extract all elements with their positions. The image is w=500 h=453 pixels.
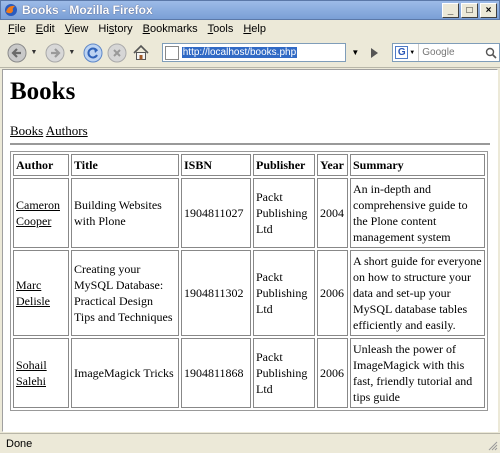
go-arrow-icon [371,47,379,58]
menu-edit-accel: E [35,23,44,35]
books-table: Author Title ISBN Publisher Year Summary… [10,151,488,411]
column-header-author: Author [13,154,69,176]
publisher-cell: Packt Publishing Ltd [253,178,315,248]
nav-link-authors[interactable]: Authors [46,123,88,138]
go-button[interactable] [366,43,382,62]
isbn-cell: 1904811027 [181,178,251,248]
navigation-toolbar: ▼ ▼ http://localhost/books.php ▼ G ▼ Goo… [0,38,500,68]
chevron-down-icon: ▼ [351,48,360,57]
page-content: Books Books Authors Author Title ISBN Pu… [2,69,498,432]
reload-button[interactable] [82,42,104,64]
menu-view-accel: V [64,23,72,35]
column-header-publisher: Publisher [253,154,315,176]
isbn-cell: 1904811302 [181,250,251,336]
forward-history-dropdown[interactable]: ▼ [68,42,76,64]
menu-view-label: iew [71,23,89,35]
menu-bookmarks-label: ookmarks [149,23,198,35]
menu-file[interactable]: File [8,23,26,35]
url-input[interactable]: http://localhost/books.php [181,47,298,58]
year-cell: 2006 [317,338,348,408]
forward-arrow-icon [45,43,65,62]
chevron-down-icon: ▼ [68,49,76,56]
url-bar[interactable]: http://localhost/books.php [161,43,347,62]
author-cell: Cameron Cooper [13,178,69,248]
publisher-cell: Packt Publishing Ltd [253,250,315,336]
column-header-title: Title [71,154,179,176]
back-arrow-icon [7,43,27,62]
menu-history-label: tory [114,23,133,35]
back-history-dropdown[interactable]: ▼ [30,42,38,64]
menu-bookmarks-accel: B [142,23,150,35]
reload-icon [83,43,103,62]
table-header-row: Author Title ISBN Publisher Year Summary [13,154,485,176]
menu-bookmarks[interactable]: Bookmarks [143,23,198,35]
forward-button[interactable] [44,42,66,64]
menu-history-pre: Hi [98,23,109,35]
menu-view[interactable]: View [65,23,89,35]
column-header-summary: Summary [350,154,485,176]
column-header-year: Year [317,154,348,176]
menu-bar: File Edit View History Bookmarks Tools H… [0,20,500,38]
isbn-cell: 1904811868 [181,338,251,408]
author-cell: Sohail Salehi [13,338,69,408]
stop-icon [107,43,127,62]
resize-grip-icon[interactable] [486,439,498,451]
home-button[interactable] [130,42,152,64]
status-bar: Done [0,433,500,453]
maximize-button[interactable]: □ [461,2,478,18]
page-nav: Books Authors [10,123,490,139]
table-row: Marc Delisle Creating your MySQL Databas… [13,250,485,336]
search-button[interactable] [483,44,499,61]
stop-button[interactable] [106,42,128,64]
menu-edit-label: dit [43,23,55,35]
author-link[interactable]: Marc Delisle [16,278,50,308]
status-text: Done [6,437,33,450]
nav-link-books[interactable]: Books [10,123,43,138]
search-bar[interactable]: G ▼ Google [392,43,500,62]
divider [10,143,490,145]
home-icon [133,44,149,60]
menu-help[interactable]: Help [243,23,266,35]
title-cell: Creating your MySQL Database: Practical … [71,250,179,336]
menu-history[interactable]: History [98,23,132,35]
search-input[interactable]: Google [419,47,483,58]
publisher-cell: Packt Publishing Ltd [253,338,315,408]
author-link[interactable]: Sohail Salehi [16,358,47,388]
page-icon [164,45,179,60]
window-title: Books - Mozilla Firefox [22,3,153,17]
menu-file-label: ile [14,23,26,35]
search-icon [485,47,497,59]
back-button[interactable] [6,42,28,64]
title-cell: ImageMagick Tricks [71,338,179,408]
column-header-isbn: ISBN [181,154,251,176]
table-row: Sohail Salehi ImageMagick Tricks 1904811… [13,338,485,408]
author-cell: Marc Delisle [13,250,69,336]
menu-tools[interactable]: Tools [208,23,234,35]
year-cell: 2006 [317,250,348,336]
summary-cell: Unleash the power of ImageMagick with th… [350,338,485,408]
menu-tools-label: ools [213,23,234,35]
menu-help-label: elp [251,23,266,35]
menu-file-accel: F [8,23,15,35]
menu-edit[interactable]: Edit [36,23,55,35]
window-titlebar[interactable]: Books - Mozilla Firefox _ □ × [0,0,500,20]
author-link[interactable]: Cameron Cooper [16,198,60,228]
google-logo-icon: G [395,46,409,59]
table-row: Cameron Cooper Building Websites with Pl… [13,178,485,248]
title-cell: Building Websites with Plone [71,178,179,248]
page-title: Books [10,78,76,105]
minimize-button[interactable]: _ [442,2,459,18]
url-history-dropdown[interactable]: ▼ [348,43,362,62]
close-button[interactable]: × [480,2,497,18]
summary-cell: An in-depth and comprehensive guide to t… [350,178,485,248]
firefox-icon [5,4,17,16]
year-cell: 2004 [317,178,348,248]
chevron-down-icon: ▼ [409,49,416,56]
summary-cell: A short guide for everyone on how to str… [350,250,485,336]
search-engine-selector[interactable]: G ▼ [393,44,420,61]
chevron-down-icon: ▼ [30,49,38,56]
